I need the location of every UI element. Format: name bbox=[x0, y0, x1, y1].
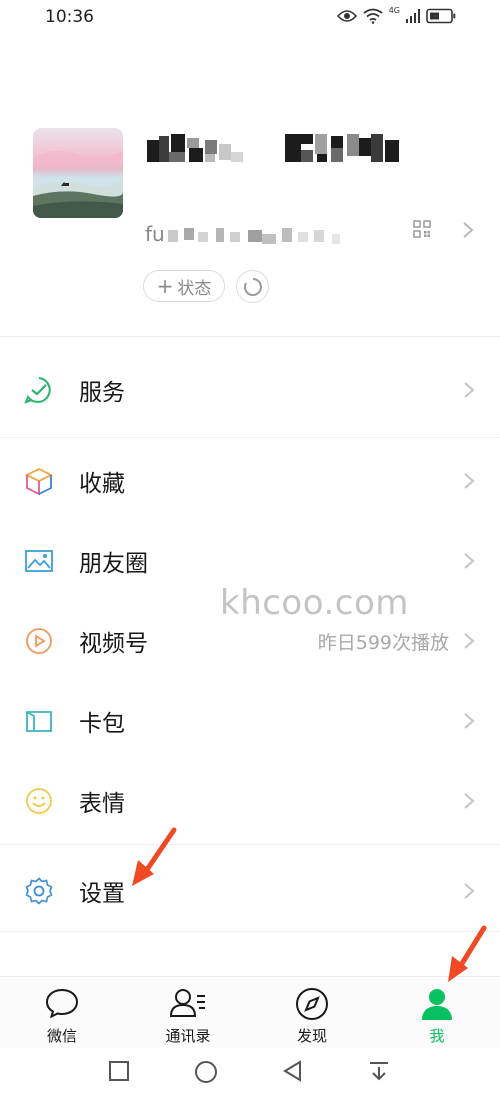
favorites-cube-icon bbox=[24, 466, 54, 496]
tab-label: 微信 bbox=[46, 1027, 77, 1045]
section-divider bbox=[0, 336, 500, 337]
menu-label: 服务 bbox=[79, 380, 125, 406]
add-status-button[interactable]: + 状态 bbox=[143, 270, 225, 302]
channels-play-count: 昨日599次播放 bbox=[317, 631, 449, 654]
menu-label: 视频号 bbox=[79, 631, 148, 657]
plus-icon: + bbox=[156, 274, 174, 298]
section-divider bbox=[0, 931, 500, 932]
chevron-right-icon bbox=[463, 222, 474, 238]
menu-label: 朋友圈 bbox=[79, 551, 148, 577]
menu-item-settings[interactable]: 设置 bbox=[0, 851, 500, 931]
sticker-smile-icon bbox=[24, 786, 54, 816]
back-icon[interactable] bbox=[282, 1060, 304, 1082]
annotation-arrow bbox=[132, 827, 177, 886]
tab-me[interactable]: 我 bbox=[387, 977, 487, 1049]
annotation-arrow bbox=[448, 925, 487, 982]
menu-item-card-wallet[interactable]: 卡包 bbox=[0, 681, 500, 761]
home-icon[interactable] bbox=[194, 1060, 218, 1084]
contacts-icon bbox=[169, 989, 205, 1017]
moments-picture-icon bbox=[24, 546, 54, 576]
status-button-label: 状态 bbox=[177, 278, 212, 299]
menu-label: 表情 bbox=[79, 791, 125, 817]
menu-item-favorites[interactable]: 收藏 bbox=[0, 441, 500, 521]
qr-code-icon[interactable] bbox=[413, 220, 431, 238]
chevron-right-icon bbox=[464, 713, 475, 729]
system-nav-bar bbox=[0, 1048, 500, 1097]
person-icon bbox=[422, 989, 452, 1020]
watermark-text: khcoo.com bbox=[220, 583, 409, 623]
menu-item-stickers[interactable]: 表情 bbox=[0, 761, 500, 841]
notification-pull-icon[interactable] bbox=[368, 1060, 390, 1082]
tab-chats[interactable]: 微信 bbox=[12, 977, 112, 1049]
menu-label: 收藏 bbox=[79, 471, 125, 497]
card-wallet-icon bbox=[24, 706, 54, 736]
wechat-id-pixelated bbox=[168, 228, 340, 244]
tab-discover[interactable]: 发现 bbox=[262, 977, 362, 1049]
tab-label: 通讯录 bbox=[165, 1027, 211, 1045]
settings-gear-icon bbox=[24, 876, 54, 906]
chevron-right-icon bbox=[464, 553, 475, 569]
profile-header[interactable]: fu + 状态 bbox=[0, 0, 500, 336]
channels-play-icon bbox=[24, 626, 54, 656]
chevron-right-icon bbox=[464, 382, 475, 398]
loading-ring-icon bbox=[243, 277, 262, 296]
bottom-tab-bar: 微信 通讯录 发现 我 bbox=[0, 976, 500, 1048]
chevron-right-icon bbox=[464, 473, 475, 489]
tab-contacts[interactable]: 通讯录 bbox=[138, 977, 238, 1049]
chevron-right-icon bbox=[464, 793, 475, 809]
tab-label: 发现 bbox=[296, 1027, 327, 1045]
avatar[interactable] bbox=[33, 128, 123, 218]
nickname-pixelated bbox=[147, 134, 399, 162]
service-icon bbox=[24, 375, 54, 405]
status-ring-button[interactable] bbox=[236, 270, 269, 303]
recent-apps-icon[interactable] bbox=[108, 1060, 130, 1082]
menu-item-service[interactable]: 服务 bbox=[0, 350, 500, 430]
menu-label: 卡包 bbox=[79, 711, 125, 737]
chevron-right-icon bbox=[464, 633, 475, 649]
compass-icon bbox=[296, 988, 328, 1020]
section-divider bbox=[0, 437, 500, 438]
wechat-id-prefix: fu bbox=[145, 222, 165, 246]
section-divider bbox=[0, 844, 500, 845]
chat-bubble-icon bbox=[45, 988, 79, 1019]
menu-label: 设置 bbox=[79, 881, 125, 907]
chevron-right-icon bbox=[464, 883, 475, 899]
tab-label: 我 bbox=[429, 1027, 445, 1045]
